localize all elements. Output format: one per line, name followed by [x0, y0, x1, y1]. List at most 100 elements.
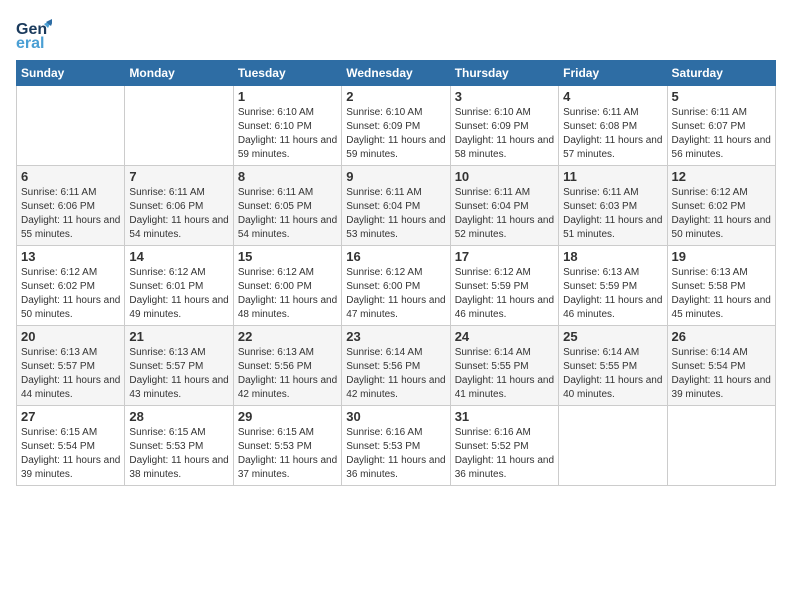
day-number: 5 — [672, 89, 771, 104]
day-number: 16 — [346, 249, 445, 264]
day-number: 8 — [238, 169, 337, 184]
calendar-table: SundayMondayTuesdayWednesdayThursdayFrid… — [16, 60, 776, 486]
day-of-week-header: Wednesday — [342, 61, 450, 86]
calendar-cell — [667, 406, 775, 486]
day-of-week-header: Sunday — [17, 61, 125, 86]
day-info: Sunrise: 6:14 AM Sunset: 5:54 PM Dayligh… — [672, 346, 771, 402]
calendar-cell — [125, 86, 233, 166]
day-number: 2 — [346, 89, 445, 104]
calendar-cell: 14Sunrise: 6:12 AM Sunset: 6:01 PM Dayli… — [125, 246, 233, 326]
day-info: Sunrise: 6:13 AM Sunset: 5:59 PM Dayligh… — [563, 266, 662, 322]
day-info: Sunrise: 6:11 AM Sunset: 6:06 PM Dayligh… — [21, 186, 120, 242]
day-info: Sunrise: 6:13 AM Sunset: 5:56 PM Dayligh… — [238, 346, 337, 402]
day-number: 22 — [238, 329, 337, 344]
calendar-cell: 28 Sunrise: 6:15 AM Sunset: 5:53 PM Dayli… — [125, 406, 233, 486]
day-info: Sunrise: 6:12 AM Sunset: 6:02 PM Dayligh… — [672, 186, 771, 242]
calendar-cell: 13Sunrise: 6:12 AM Sunset: 6:02 PM Dayli… — [17, 246, 125, 326]
day-of-week-header: Thursday — [450, 61, 558, 86]
day-number: 10 — [455, 169, 554, 184]
day-number: 7 — [129, 169, 228, 184]
day-info: Sunrise: 6:14 AM Sunset: 5:56 PM Dayligh… — [346, 346, 445, 402]
calendar-cell: 21 Sunrise: 6:13 AM Sunset: 5:57 PM Dayli… — [125, 326, 233, 406]
day-number: 26 — [672, 329, 771, 344]
calendar-cell: 4Sunrise: 6:11 AM Sunset: 6:08 PM Daylig… — [559, 86, 667, 166]
day-info: Sunrise: 6:12 AM Sunset: 6:02 PM Dayligh… — [21, 266, 120, 322]
day-info: Sunrise: 6:15 AM Sunset: 5:53 PM Dayligh… — [129, 426, 228, 482]
day-info: Sunrise: 6:12 AM Sunset: 6:00 PM Dayligh… — [346, 266, 445, 322]
day-number: 27 — [21, 409, 120, 424]
day-number: 31 — [455, 409, 554, 424]
day-number: 25 — [563, 329, 662, 344]
day-number: 9 — [346, 169, 445, 184]
svg-text:eral: eral — [16, 35, 44, 52]
calendar-cell: 10 Sunrise: 6:11 AM Sunset: 6:04 PM Dayli… — [450, 166, 558, 246]
day-of-week-header: Saturday — [667, 61, 775, 86]
day-of-week-header: Monday — [125, 61, 233, 86]
day-number: 11 — [563, 169, 662, 184]
day-info: Sunrise: 6:16 AM Sunset: 5:52 PM Dayligh… — [455, 426, 554, 482]
day-number: 24 — [455, 329, 554, 344]
day-number: 1 — [238, 89, 337, 104]
calendar-cell: 12 Sunrise: 6:12 AM Sunset: 6:02 PM Dayli… — [667, 166, 775, 246]
day-number: 21 — [129, 329, 228, 344]
calendar-cell: 11 Sunrise: 6:11 AM Sunset: 6:03 PM Dayli… — [559, 166, 667, 246]
day-number: 28 — [129, 409, 228, 424]
day-number: 29 — [238, 409, 337, 424]
day-info: Sunrise: 6:13 AM Sunset: 5:57 PM Dayligh… — [129, 346, 228, 402]
day-info: Sunrise: 6:14 AM Sunset: 5:55 PM Dayligh… — [455, 346, 554, 402]
day-info: Sunrise: 6:11 AM Sunset: 6:03 PM Dayligh… — [563, 186, 662, 242]
calendar-cell: 30 Sunrise: 6:16 AM Sunset: 5:53 PM Dayli… — [342, 406, 450, 486]
day-info: Sunrise: 6:11 AM Sunset: 6:05 PM Dayligh… — [238, 186, 337, 242]
calendar-cell: 9 Sunrise: 6:11 AM Sunset: 6:04 PM Daylig… — [342, 166, 450, 246]
day-info: Sunrise: 6:10 AM Sunset: 6:10 PM Dayligh… — [238, 106, 337, 162]
day-info: Sunrise: 6:14 AM Sunset: 5:55 PM Dayligh… — [563, 346, 662, 402]
calendar-cell: 1 Sunrise: 6:10 AM Sunset: 6:10 PM Daylig… — [233, 86, 341, 166]
day-info: Sunrise: 6:12 AM Sunset: 6:01 PM Dayligh… — [129, 266, 228, 322]
calendar-cell: 3 Sunrise: 6:10 AM Sunset: 6:09 PM Daylig… — [450, 86, 558, 166]
calendar-cell: 17 Sunrise: 6:12 AM Sunset: 5:59 PM Dayli… — [450, 246, 558, 326]
day-info: Sunrise: 6:13 AM Sunset: 5:57 PM Dayligh… — [21, 346, 120, 402]
calendar-cell: 8 Sunrise: 6:11 AM Sunset: 6:05 PM Daylig… — [233, 166, 341, 246]
calendar-cell: 2Sunrise: 6:10 AM Sunset: 6:09 PM Daylig… — [342, 86, 450, 166]
day-info: Sunrise: 6:11 AM Sunset: 6:07 PM Dayligh… — [672, 106, 771, 162]
day-number: 15 — [238, 249, 337, 264]
calendar-week-row: 20Sunrise: 6:13 AM Sunset: 5:57 PM Dayli… — [17, 326, 776, 406]
calendar-cell — [559, 406, 667, 486]
day-number: 6 — [21, 169, 120, 184]
day-info: Sunrise: 6:13 AM Sunset: 5:58 PM Dayligh… — [672, 266, 771, 322]
calendar-cell: 25 Sunrise: 6:14 AM Sunset: 5:55 PM Dayli… — [559, 326, 667, 406]
day-info: Sunrise: 6:12 AM Sunset: 6:00 PM Dayligh… — [238, 266, 337, 322]
day-number: 17 — [455, 249, 554, 264]
day-number: 18 — [563, 249, 662, 264]
calendar-week-row: 13Sunrise: 6:12 AM Sunset: 6:02 PM Dayli… — [17, 246, 776, 326]
calendar-cell: 15 Sunrise: 6:12 AM Sunset: 6:00 PM Dayli… — [233, 246, 341, 326]
calendar-cell: 27Sunrise: 6:15 AM Sunset: 5:54 PM Dayli… — [17, 406, 125, 486]
day-number: 3 — [455, 89, 554, 104]
day-info: Sunrise: 6:10 AM Sunset: 6:09 PM Dayligh… — [455, 106, 554, 162]
day-of-week-header: Tuesday — [233, 61, 341, 86]
day-number: 12 — [672, 169, 771, 184]
day-info: Sunrise: 6:11 AM Sunset: 6:06 PM Dayligh… — [129, 186, 228, 242]
day-info: Sunrise: 6:15 AM Sunset: 5:53 PM Dayligh… — [238, 426, 337, 482]
day-info: Sunrise: 6:12 AM Sunset: 5:59 PM Dayligh… — [455, 266, 554, 322]
calendar-cell: 22 Sunrise: 6:13 AM Sunset: 5:56 PM Dayli… — [233, 326, 341, 406]
day-info: Sunrise: 6:11 AM Sunset: 6:08 PM Dayligh… — [563, 106, 662, 162]
calendar-cell: 6 Sunrise: 6:11 AM Sunset: 6:06 PM Daylig… — [17, 166, 125, 246]
calendar-header-row: SundayMondayTuesdayWednesdayThursdayFrid… — [17, 61, 776, 86]
day-of-week-header: Friday — [559, 61, 667, 86]
calendar-cell: 29 Sunrise: 6:15 AM Sunset: 5:53 PM Dayli… — [233, 406, 341, 486]
calendar-cell: 18 Sunrise: 6:13 AM Sunset: 5:59 PM Dayli… — [559, 246, 667, 326]
day-info: Sunrise: 6:11 AM Sunset: 6:04 PM Dayligh… — [455, 186, 554, 242]
page-header: Gen eral — [16, 16, 776, 52]
day-number: 30 — [346, 409, 445, 424]
logo-icon: Gen eral — [16, 16, 52, 52]
logo: Gen eral — [16, 16, 56, 52]
calendar-week-row: 6 Sunrise: 6:11 AM Sunset: 6:06 PM Daylig… — [17, 166, 776, 246]
calendar-cell: 7 Sunrise: 6:11 AM Sunset: 6:06 PM Daylig… — [125, 166, 233, 246]
day-number: 23 — [346, 329, 445, 344]
calendar-cell: 31 Sunrise: 6:16 AM Sunset: 5:52 PM Dayli… — [450, 406, 558, 486]
day-info: Sunrise: 6:16 AM Sunset: 5:53 PM Dayligh… — [346, 426, 445, 482]
calendar-cell — [17, 86, 125, 166]
calendar-week-row: 27Sunrise: 6:15 AM Sunset: 5:54 PM Dayli… — [17, 406, 776, 486]
day-info: Sunrise: 6:11 AM Sunset: 6:04 PM Dayligh… — [346, 186, 445, 242]
